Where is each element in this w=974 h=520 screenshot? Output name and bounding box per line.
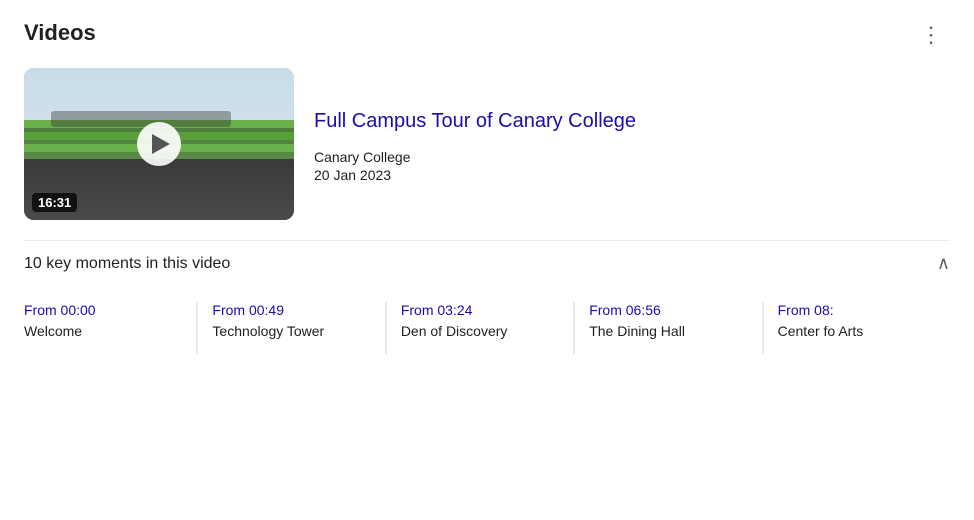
moment-item: From 06:56 The Dining Hall [573,302,761,354]
video-source: Canary College [314,149,636,165]
video-thumbnail[interactable]: 16:31 [24,68,294,220]
section-title: Videos [24,20,96,46]
key-moments-label: 10 key moments in this video [24,255,230,273]
play-icon [152,134,170,154]
moment-label: Center fo Arts [778,322,934,342]
moment-label: Den of Discovery [401,322,557,342]
moment-item: From 03:24 Den of Discovery [385,302,573,354]
moment-timestamp[interactable]: From 00:49 [212,302,368,318]
collapse-chevron-icon[interactable]: ∧ [937,253,950,274]
video-info: Full Campus Tour of Canary College Canar… [314,68,636,220]
moment-timestamp[interactable]: From 03:24 [401,302,557,318]
moment-label: The Dining Hall [589,322,745,342]
video-card: 16:31 Full Campus Tour of Canary College… [24,68,950,220]
key-moments-header: 10 key moments in this video ∧ [24,240,950,286]
moment-item: From 00:49 Technology Tower [196,302,384,354]
moment-label: Technology Tower [212,322,368,342]
section-header: Videos ⋮ [24,20,950,50]
moments-row: From 00:00 Welcome From 00:49 Technology To… [24,302,950,354]
video-title-link[interactable]: Full Campus Tour of Canary College [314,110,636,133]
play-button[interactable] [137,122,181,166]
moment-label: Welcome [24,322,180,342]
more-options-icon[interactable]: ⋮ [912,20,950,50]
video-date: 20 Jan 2023 [314,167,636,183]
moment-timestamp[interactable]: From 00:00 [24,302,180,318]
video-duration: 16:31 [32,193,77,212]
moment-timestamp[interactable]: From 06:56 [589,302,745,318]
moment-item: From 00:00 Welcome [24,302,196,354]
moment-item: From 08: Center fo Arts [762,302,950,354]
moment-timestamp[interactable]: From 08: [778,302,934,318]
